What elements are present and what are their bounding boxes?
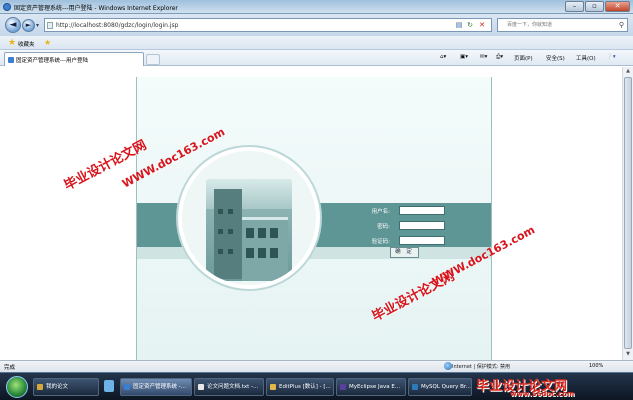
address-field[interactable]: http://localhost:8080/gdzc/login/login.j… <box>44 18 492 32</box>
tab-label: 固定资产管理系统---用户登陆 <box>16 58 88 64</box>
zoom-level[interactable]: 100% <box>589 363 603 369</box>
folder-icon <box>37 384 43 390</box>
vertical-scrollbar[interactable]: ▲ ▼ <box>622 67 633 360</box>
scroll-up-icon[interactable]: ▲ <box>624 67 632 76</box>
taskbar: 我的论文 固定资产管理系统 -... 论文问题文档.txt -... EditP… <box>0 372 633 400</box>
search-box[interactable]: ⚲ <box>497 18 628 32</box>
address-url: http://localhost:8080/gdzc/login/login.j… <box>56 22 179 29</box>
notepad-icon <box>198 384 204 390</box>
window-title: 固定资产管理系统---用户登陆 - Windows Internet Explo… <box>14 5 178 12</box>
taskbar-button[interactable]: EditPlus [数认] - [... <box>266 378 334 396</box>
taskbar-button[interactable]: 我的论文 <box>33 378 99 396</box>
favorites-star-icon[interactable]: ★ <box>8 38 16 48</box>
favorites-bar: ★ 收藏夹 ★ <box>0 36 633 50</box>
safety-menu[interactable]: 安全(S) <box>546 54 565 62</box>
mysql-icon <box>412 384 418 390</box>
title-bar: 固定资产管理系统---用户登陆 - Windows Internet Explo… <box>0 0 633 14</box>
minimize-button[interactable]: – <box>565 1 584 12</box>
print-icon[interactable]: ⎙▾ <box>496 54 503 61</box>
editplus-icon <box>270 384 276 390</box>
new-tab-button[interactable] <box>146 54 160 65</box>
captcha-field[interactable] <box>399 236 445 245</box>
login-panel: 用户名: 密码: 验证码: 确 定 <box>136 77 492 360</box>
start-button[interactable] <box>6 376 28 398</box>
close-button[interactable]: ✕ <box>605 1 630 12</box>
submit-button[interactable]: 确 定 <box>390 247 419 258</box>
building-tower <box>214 189 242 279</box>
address-toolbar: ◄ ► ▾ http://localhost:8080/gdzc/login/l… <box>0 14 633 36</box>
captcha-label: 验证码: <box>371 239 390 245</box>
maximize-button[interactable]: ▫ <box>585 1 604 12</box>
password-label: 密码: <box>377 224 390 230</box>
building-photo-frame <box>178 147 320 289</box>
search-input[interactable] <box>507 20 615 30</box>
search-icon[interactable]: ⚲ <box>619 21 624 29</box>
internet-zone-icon <box>444 362 452 370</box>
myeclipse-icon <box>340 384 346 390</box>
taskbar-button[interactable]: 固定资产管理系统 -... <box>120 378 192 396</box>
scroll-down-icon[interactable]: ▼ <box>624 350 632 359</box>
taskbar-button[interactable]: MyEclipse Java E... <box>336 378 406 396</box>
status-bar: 完成 Internet | 保护模式: 禁用 100% <box>0 360 633 372</box>
page-content: 用户名: 密码: 验证码: 确 定 毕业设计论文网 WWW.doc163.com… <box>0 67 622 360</box>
feeds-icon[interactable]: ▣▾ <box>460 54 468 60</box>
forward-icon[interactable]: ► <box>22 19 35 32</box>
username-field[interactable] <box>399 206 445 215</box>
page-icon <box>47 22 53 29</box>
status-text: 完成 <box>4 365 16 371</box>
taskbar-button[interactable]: 论文问题文档.txt -... <box>194 378 264 396</box>
tab-login[interactable]: 固定资产管理系统---用户登陆 <box>4 52 144 66</box>
security-zone: Internet | 保护模式: 禁用 <box>452 364 510 370</box>
home-icon[interactable]: ⌂▾ <box>440 54 446 60</box>
recent-pages-dropdown-icon[interactable]: ▾ <box>36 22 39 29</box>
show-desktop-icon[interactable] <box>104 380 114 392</box>
taskbar-button[interactable]: MySQL Query Br... <box>408 378 472 396</box>
ie-window: 固定资产管理系统---用户登陆 - Windows Internet Explo… <box>0 0 633 400</box>
mail-icon[interactable]: ✉▾ <box>480 54 487 60</box>
stop-icon[interactable]: ✕ <box>477 20 487 30</box>
add-favorite-icon[interactable]: ★ <box>44 38 51 48</box>
compat-view-icon[interactable]: ▤ <box>454 20 464 30</box>
watermark-site-3: www.56doc.com <box>510 390 575 398</box>
tools-menu[interactable]: 工具(O) <box>576 54 596 62</box>
page-menu[interactable]: 页面(P) <box>514 54 533 62</box>
ie-icon <box>124 384 130 390</box>
scroll-thumb[interactable] <box>624 77 632 349</box>
refresh-icon[interactable]: ↻ <box>465 20 475 30</box>
building-block <box>242 217 288 281</box>
building-photo <box>206 179 292 281</box>
password-field[interactable] <box>399 221 445 230</box>
favorites-button[interactable]: 收藏夹 <box>18 40 35 48</box>
page-icon <box>8 57 14 63</box>
tab-bar: 固定资产管理系统---用户登陆 ⌂▾ ▣▾ ✉▾ ⎙▾ 页面(P) 安全(S) … <box>0 50 633 66</box>
username-label: 用户名: <box>371 209 390 215</box>
ie-logo-icon <box>3 3 11 11</box>
back-icon[interactable]: ◄ <box>5 17 21 33</box>
help-icon[interactable]: ❔▾ <box>606 54 616 60</box>
